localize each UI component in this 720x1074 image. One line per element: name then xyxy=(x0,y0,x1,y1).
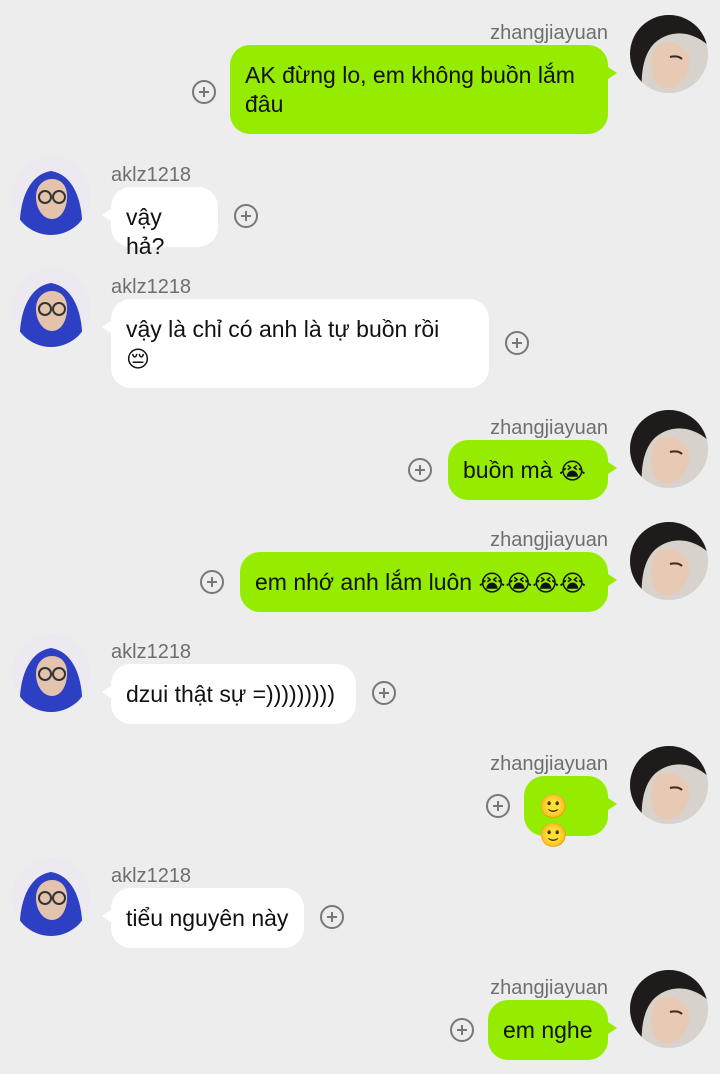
add-circle-icon[interactable] xyxy=(200,570,224,594)
message-bubble[interactable]: em nhớ anh lắm luôn 😭😭😭😭 xyxy=(240,552,617,612)
avatar[interactable] xyxy=(12,157,90,235)
avatar[interactable] xyxy=(630,970,708,1048)
add-circle-icon[interactable] xyxy=(505,331,529,355)
message-text: dzui thật sự =))))))))) xyxy=(126,681,335,707)
message-bubble[interactable]: buồn mà 😭 xyxy=(448,440,617,500)
message-bubble[interactable]: vậy là chỉ có anh là tự buồn rồi 😔 xyxy=(102,299,489,388)
message-text: tiểu nguyên này xyxy=(126,905,289,931)
add-circle-icon[interactable] xyxy=(450,1018,474,1042)
message-text: AK đừng lo, em không buồn lắm đâu xyxy=(245,62,575,117)
pensive-emoji-icon: 😔 xyxy=(126,346,150,373)
crying-emoji-icon: 😭 xyxy=(558,458,586,485)
sender-name: zhangjiayuan xyxy=(490,529,608,551)
add-circle-icon[interactable] xyxy=(408,458,432,482)
crying-emoji-icon: 😭😭😭😭 xyxy=(478,570,587,597)
sender-name: zhangjiayuan xyxy=(490,753,608,775)
message-text: em nhớ anh lắm luôn xyxy=(255,569,473,595)
message-bubble[interactable]: em nghe xyxy=(488,1000,617,1060)
message-text: buồn mà xyxy=(463,457,553,483)
sender-name: zhangjiayuan xyxy=(490,22,608,44)
sender-name: aklz1218 xyxy=(111,276,192,298)
add-circle-icon[interactable] xyxy=(486,794,510,818)
message-bubble[interactable]: 🙂🙂 xyxy=(524,776,617,848)
avatar[interactable] xyxy=(630,410,708,488)
sender-name: aklz1218 xyxy=(111,641,192,663)
add-circle-icon[interactable] xyxy=(372,681,396,705)
avatar[interactable] xyxy=(630,522,708,600)
avatar[interactable] xyxy=(12,269,90,347)
avatar[interactable] xyxy=(12,858,90,936)
avatar[interactable] xyxy=(12,634,90,712)
sender-name: aklz1218 xyxy=(111,865,192,887)
message-bubble[interactable]: tiểu nguyên này xyxy=(102,888,304,948)
smile-emoji-icon: 🙂🙂 xyxy=(539,793,568,848)
message-bubble[interactable]: vậy hả? xyxy=(102,187,218,259)
add-circle-icon[interactable] xyxy=(234,204,258,228)
avatar[interactable] xyxy=(630,746,708,824)
message-bubble[interactable]: AK đừng lo, em không buồn lắm đâu xyxy=(230,45,617,134)
sender-name: aklz1218 xyxy=(111,164,192,186)
message-text: vậy là chỉ có anh là tự buồn rồi xyxy=(126,316,440,342)
sender-name: zhangjiayuan xyxy=(490,417,608,439)
message-text: vậy hả? xyxy=(126,204,165,259)
sender-name: zhangjiayuan xyxy=(490,977,608,999)
chat-thread: zhangjiayuan AK đừng lo, em không buồn l… xyxy=(0,0,720,1074)
add-circle-icon[interactable] xyxy=(320,905,344,929)
message-text: em nghe xyxy=(503,1017,593,1043)
message-bubble[interactable]: dzui thật sự =))))))))) xyxy=(102,664,356,724)
avatar[interactable] xyxy=(630,15,708,93)
add-circle-icon[interactable] xyxy=(192,80,216,104)
